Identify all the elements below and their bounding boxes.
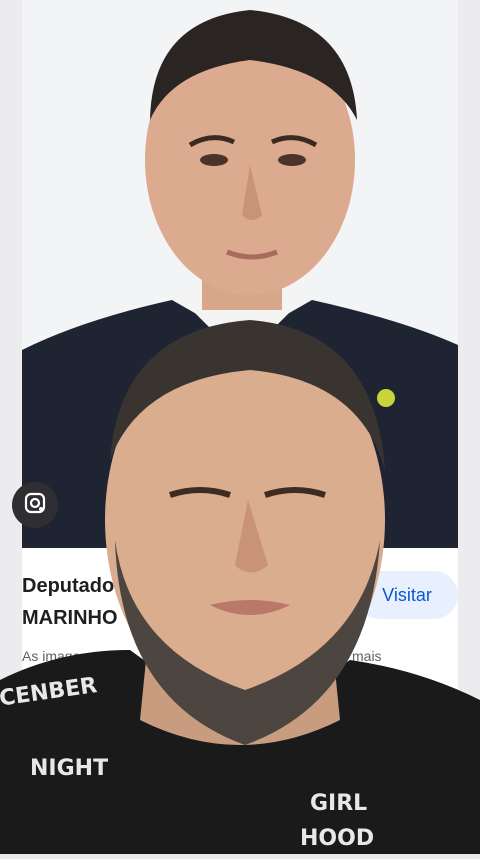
image-caption: As imagens [22,648,96,664]
visit-button[interactable]: Visitar [356,571,458,619]
result-title-line2[interactable]: MARINHO [22,607,118,630]
google-lens-icon [23,491,47,520]
google-lens-button[interactable] [12,482,58,528]
caption-more-link[interactable]: mais [352,648,382,664]
result-image[interactable] [22,0,458,548]
result-title-line1[interactable]: Deputado [22,575,114,598]
portrait-illustration [22,0,458,548]
background-right-margin [458,0,480,854]
background-left-margin [0,0,22,854]
